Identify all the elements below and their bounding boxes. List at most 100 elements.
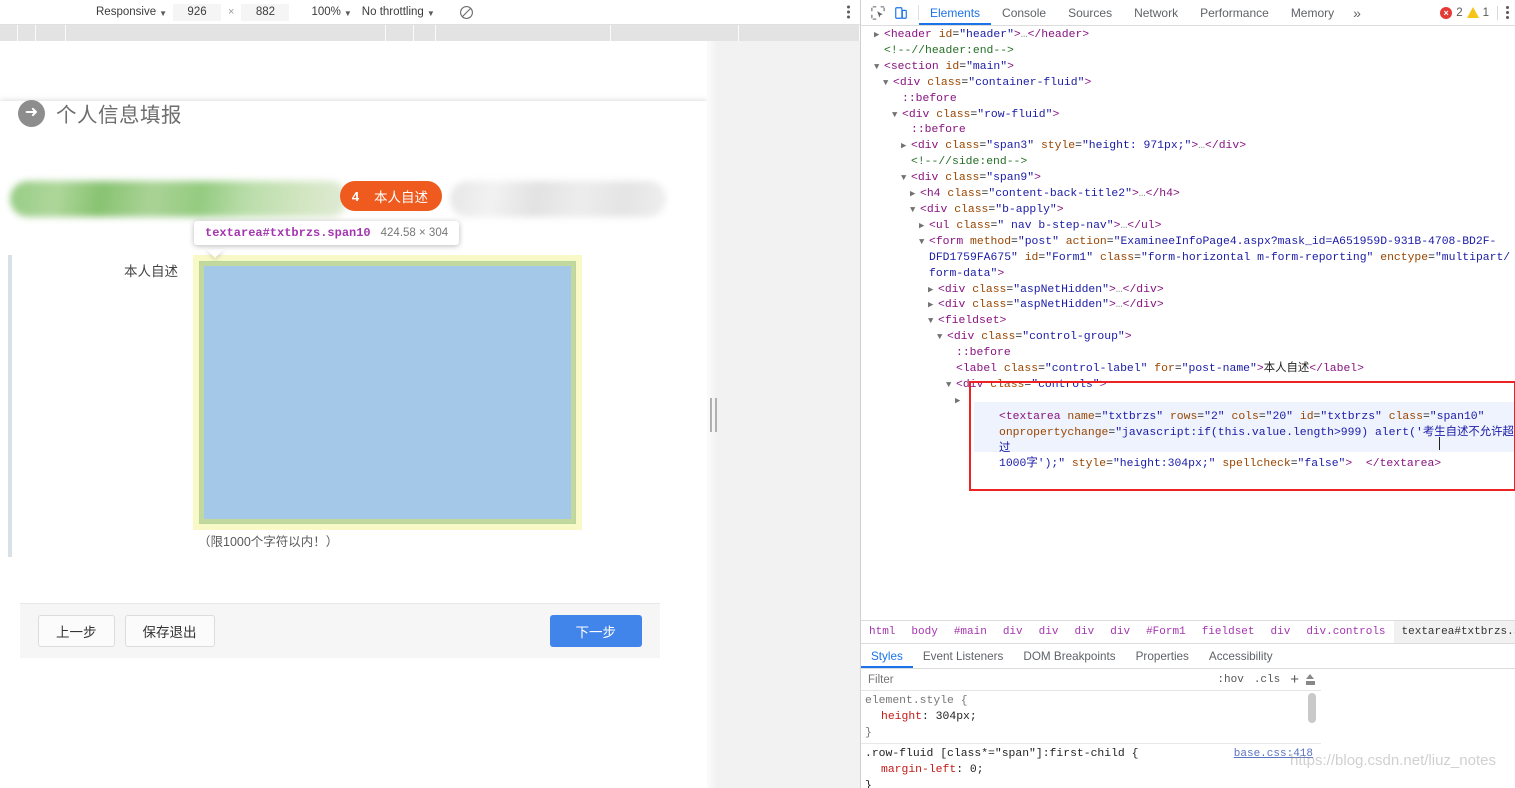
disclosure-triangle-icon[interactable]: ▶ xyxy=(901,139,911,155)
disclosure-triangle-icon[interactable]: ▼ xyxy=(919,235,929,251)
disclosure-triangle-icon[interactable]: ▼ xyxy=(937,330,947,346)
disclosure-triangle-icon[interactable]: ▶ xyxy=(928,283,938,299)
disclosure-triangle-icon[interactable]: ▶ xyxy=(928,298,938,314)
css-rule[interactable]: .row-fluid [class*="span"]:first-child {… xyxy=(861,743,1321,788)
disclosure-triangle-icon[interactable]: ▼ xyxy=(901,171,911,187)
tab-network[interactable]: Network xyxy=(1123,0,1189,25)
breadcrumb-item[interactable]: #Form1 xyxy=(1138,621,1194,643)
devtools-menu-icon[interactable] xyxy=(1506,6,1509,19)
breadcrumb-item[interactable]: fieldset xyxy=(1194,621,1263,643)
selected-dom-node[interactable]: <textarea name="txtbrzs" rows="2" cols="… xyxy=(865,410,1515,426)
breadcrumb-item[interactable]: div.controls xyxy=(1298,621,1393,643)
breadcrumb-item[interactable]: div xyxy=(1031,621,1067,643)
disclosure-triangle-icon[interactable]: ▼ xyxy=(928,314,938,330)
selected-dom-node[interactable]: onpropertychange="javascript:if(this.val… xyxy=(865,426,1515,458)
breadcrumb-item[interactable]: html xyxy=(861,621,903,643)
save-and-exit-button[interactable]: 保存退出 xyxy=(124,615,215,647)
dom-node[interactable]: ::before xyxy=(865,92,1515,108)
dom-node[interactable]: ▼ <div class="controls"> xyxy=(865,378,1515,394)
disclosure-triangle-icon[interactable]: ▶ xyxy=(919,219,929,235)
tab-styles[interactable]: Styles xyxy=(861,645,913,668)
step-nav-current[interactable]: 4 本人自述 xyxy=(340,181,442,211)
dom-node[interactable]: ::before xyxy=(865,123,1515,139)
disclosure-triangle-icon[interactable]: ▼ xyxy=(946,378,956,394)
dom-node[interactable]: ▼ <div class="container-fluid"> xyxy=(865,76,1515,92)
throttling-select[interactable]: No throttling ▼ xyxy=(358,6,441,18)
dom-node[interactable]: ▶ <header id="header">…</header> xyxy=(865,28,1515,44)
class-toggle-button[interactable]: .cls xyxy=(1249,674,1285,686)
styles-scrollbar[interactable] xyxy=(1308,693,1316,723)
hover-state-button[interactable]: :hov xyxy=(1212,674,1248,686)
tab-event-listeners[interactable]: Event Listeners xyxy=(913,645,1014,668)
device-toolbar-menu-icon[interactable] xyxy=(847,5,850,19)
device-preset-select[interactable]: Responsive ▼ xyxy=(90,6,173,18)
dom-node[interactable]: ▶ <h4 class="content-back-title2">…</h4> xyxy=(865,187,1515,203)
zoom-select[interactable]: 100% ▼ xyxy=(289,6,357,18)
error-icon: × xyxy=(1440,6,1453,19)
dom-node[interactable]: ▼ <div class="row-fluid"> xyxy=(865,108,1515,124)
disclosure-triangle-icon[interactable]: ▶ xyxy=(910,187,920,203)
disclosure-triangle-icon[interactable]: ▼ xyxy=(910,203,920,219)
viewport-width-input[interactable] xyxy=(173,3,222,21)
breadcrumb-item[interactable]: div xyxy=(1102,621,1138,643)
tab-performance[interactable]: Performance xyxy=(1189,0,1280,25)
inspect-tooltip: textarea#txtbrzs.span10 424.58 × 304 xyxy=(194,221,460,245)
styles-filter-input[interactable] xyxy=(861,672,1213,687)
warning-icon xyxy=(1466,7,1479,18)
dom-node[interactable]: <!--//side:end--> xyxy=(865,155,1515,171)
tab-properties[interactable]: Properties xyxy=(1126,645,1199,668)
dom-node[interactable]: form-data"> xyxy=(865,267,1515,283)
breadcrumb-item[interactable]: div xyxy=(995,621,1031,643)
disclosure-triangle-icon[interactable]: ▶ xyxy=(955,394,965,410)
dom-node[interactable]: <label class="control-label" for="post-n… xyxy=(865,362,1515,378)
css-declaration[interactable]: margin-left: 0; xyxy=(865,762,1321,778)
computed-toggle-icon[interactable] xyxy=(1304,674,1321,685)
tab-memory[interactable]: Memory xyxy=(1280,0,1345,25)
dom-node[interactable]: <!--//header:end--> xyxy=(865,44,1515,60)
viewport-height-input[interactable] xyxy=(241,3,290,21)
self-description-textarea[interactable] xyxy=(204,266,571,519)
device-toolbar-icon[interactable] xyxy=(894,6,908,20)
chevron-double-right-icon[interactable]: » xyxy=(1345,0,1369,25)
breadcrumb-item[interactable]: #main xyxy=(946,621,995,643)
new-style-rule-button[interactable]: + xyxy=(1285,671,1304,688)
next-step-button[interactable]: 下一步 xyxy=(549,615,642,647)
css-declaration[interactable]: height: 304px; xyxy=(865,709,1321,725)
dom-node[interactable]: ▼ <form method="post" action="ExamineeInf… xyxy=(865,235,1515,251)
dom-node[interactable]: ▶ <div class="aspNetHidden">…</div> xyxy=(865,298,1515,314)
breadcrumb-item[interactable]: body xyxy=(903,621,945,643)
tab-elements[interactable]: Elements xyxy=(919,0,991,25)
rotate-icon[interactable] xyxy=(441,5,474,20)
disclosure-triangle-icon[interactable]: ▶ xyxy=(874,28,884,44)
dom-node[interactable]: ▶ <ul class=" nav b-step-nav">…</ul> xyxy=(865,219,1515,235)
dom-node[interactable]: ▼ <section id="main"> xyxy=(865,60,1515,76)
inspect-element-icon[interactable] xyxy=(871,5,885,20)
dom-node[interactable]: ▼ <div class="control-group"> xyxy=(865,330,1515,346)
disclosure-triangle-icon[interactable]: ▼ xyxy=(892,108,902,124)
tab-accessibility[interactable]: Accessibility xyxy=(1199,645,1283,668)
dom-node[interactable]: ::before xyxy=(865,346,1515,362)
devtools-tabbar: Elements Console Sources Network Perform… xyxy=(861,0,1515,26)
breadcrumb-item[interactable]: div xyxy=(1066,621,1102,643)
dom-node[interactable]: ▶ <div class="aspNetHidden">…</div> xyxy=(865,283,1515,299)
dom-node[interactable]: ▼ <div class="b-apply"> xyxy=(865,203,1515,219)
dom-tree[interactable]: ▶ <header id="header">…</header> <!--//hea… xyxy=(861,26,1515,620)
viewport-resize-handle[interactable] xyxy=(707,41,719,788)
dom-node[interactable]: DFD1759FA675" id="Form1" class="form-hor… xyxy=(865,251,1515,267)
step-nav-upcoming-blurred xyxy=(450,181,666,217)
tab-dom-breakpoints[interactable]: DOM Breakpoints xyxy=(1013,645,1125,668)
selected-dom-node[interactable]: 1000字');" style="height:304px;" spellche… xyxy=(865,457,1515,473)
css-source-link[interactable]: base.css:418 xyxy=(1234,746,1313,762)
dom-node[interactable]: ▼ <div class="span9"> xyxy=(865,171,1515,187)
tab-console[interactable]: Console xyxy=(991,0,1057,25)
breadcrumb-item[interactable]: div xyxy=(1263,621,1299,643)
inspect-tooltip-arrow xyxy=(206,249,224,258)
dom-node[interactable]: ▼ <fieldset> xyxy=(865,314,1515,330)
css-rule[interactable]: element.style { height: 304px; } xyxy=(861,691,1321,743)
disclosure-triangle-icon[interactable]: ▼ xyxy=(874,60,884,76)
dom-node[interactable]: ▶ <div class="span3" style="height: 971px… xyxy=(865,139,1515,155)
prev-step-button[interactable]: 上一步 xyxy=(38,615,115,647)
disclosure-triangle-icon[interactable]: ▼ xyxy=(883,76,893,92)
breadcrumb-item[interactable]: textarea#txtbrzs.span10 xyxy=(1393,621,1515,643)
tab-sources[interactable]: Sources xyxy=(1057,0,1123,25)
